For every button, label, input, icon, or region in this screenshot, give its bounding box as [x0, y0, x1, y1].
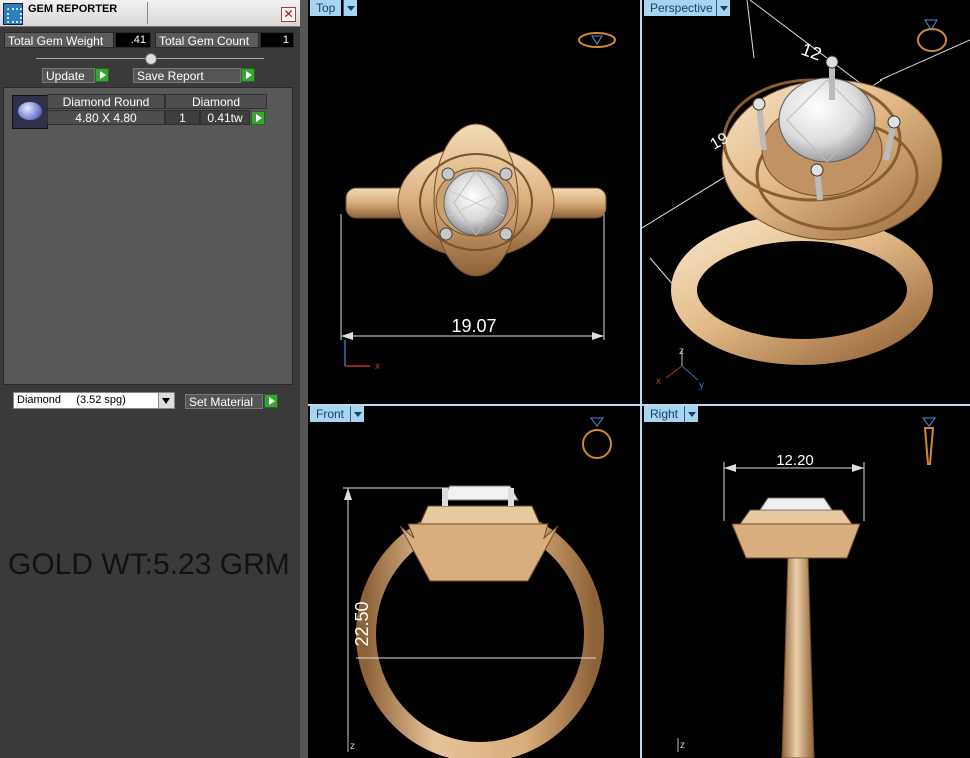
- gem-reporter-panel: GEM REPORTER ✕ Total Gem Weight .41 Tota…: [0, 0, 300, 758]
- diamond-round-icon[interactable]: [12, 95, 48, 129]
- top-axis-x-label: x: [375, 361, 380, 372]
- gem-reporter-titlebar: GEM REPORTER ✕: [0, 0, 300, 27]
- save-report-button[interactable]: Save Report: [133, 68, 241, 83]
- gem-weight-arrow-icon[interactable]: [251, 111, 265, 125]
- right-dimension-label: 12.20: [776, 452, 814, 469]
- viewport-top-label[interactable]: Top: [310, 0, 342, 16]
- gem-name-cell: Diamond Round: [47, 94, 165, 109]
- total-gem-weight-label: Total Gem Weight: [4, 32, 114, 48]
- persp-axis-z-label: z: [679, 346, 684, 357]
- update-button[interactable]: Update: [42, 68, 95, 83]
- panel-divider[interactable]: [300, 0, 308, 758]
- front-dimension-label: 22.50: [352, 601, 372, 646]
- viewport-top-menu-icon[interactable]: [343, 0, 357, 16]
- viewport-right[interactable]: 12.20 z Right: [642, 406, 970, 758]
- titlebar-separator: [147, 2, 148, 24]
- top-view-render: 19.07 x: [340, 32, 616, 372]
- material-select[interactable]: Diamond (3.52 spg): [13, 392, 175, 409]
- front-view-render: 22.50 z: [343, 417, 612, 758]
- close-icon[interactable]: ✕: [281, 7, 296, 22]
- panel-slider-handle[interactable]: [145, 53, 157, 65]
- total-gem-count-value: 1: [260, 32, 294, 48]
- viewport-perspective[interactable]: 12 19 z x y Perspective: [642, 0, 970, 404]
- material-select-value: Diamond (3.52 spg): [17, 394, 126, 406]
- set-material-button[interactable]: Set Material: [185, 394, 263, 409]
- viewport-front-menu-icon[interactable]: [350, 406, 364, 422]
- front-axis-z-label: z: [350, 741, 355, 752]
- gem-weight-cell: 0.41tw: [200, 110, 250, 125]
- gold-weight-text: GOLD WT:5.23 GRM: [8, 548, 290, 581]
- top-dimension-label: 19.07: [451, 316, 496, 336]
- gem-reporter-app-icon: [3, 3, 23, 25]
- gem-size-cell: 4.80 X 4.80: [47, 110, 165, 125]
- viewport-perspective-label[interactable]: Perspective: [644, 0, 719, 16]
- viewport-horizontal-separator: [308, 404, 970, 406]
- gem-list: Diamond Round Diamond 4.80 X 4.80 1 0.41…: [3, 87, 293, 385]
- right-axis-z-label: z: [680, 740, 685, 751]
- gem-count-cell[interactable]: 1: [165, 110, 200, 125]
- save-report-arrow-icon[interactable]: [241, 68, 255, 82]
- update-arrow-icon[interactable]: [95, 68, 109, 82]
- viewport-right-label[interactable]: Right: [644, 406, 685, 422]
- viewport-top[interactable]: 19.07 x Top: [308, 0, 640, 404]
- viewport-front[interactable]: 22.50 z Front: [308, 406, 640, 758]
- right-view-render: 12.20 z: [677, 417, 936, 758]
- perspective-view-render: 12 19 z x y: [642, 0, 970, 391]
- persp-axis-y-label: y: [699, 380, 704, 391]
- persp-axis-x-label: x: [656, 376, 661, 387]
- viewport-right-menu-icon[interactable]: [684, 406, 698, 422]
- gem-material-cell: Diamond: [165, 94, 267, 109]
- chevron-down-icon[interactable]: [158, 393, 174, 408]
- perspective-dimension-a: 12: [799, 39, 825, 65]
- total-gem-count-label: Total Gem Count: [155, 32, 259, 48]
- viewport-perspective-menu-icon[interactable]: [716, 0, 730, 16]
- set-material-arrow-icon[interactable]: [264, 394, 278, 408]
- viewport-vertical-separator: [640, 0, 642, 758]
- viewport-front-label[interactable]: Front: [310, 406, 351, 422]
- total-gem-weight-value: .41: [115, 32, 151, 48]
- gem-reporter-title: GEM REPORTER: [28, 3, 118, 15]
